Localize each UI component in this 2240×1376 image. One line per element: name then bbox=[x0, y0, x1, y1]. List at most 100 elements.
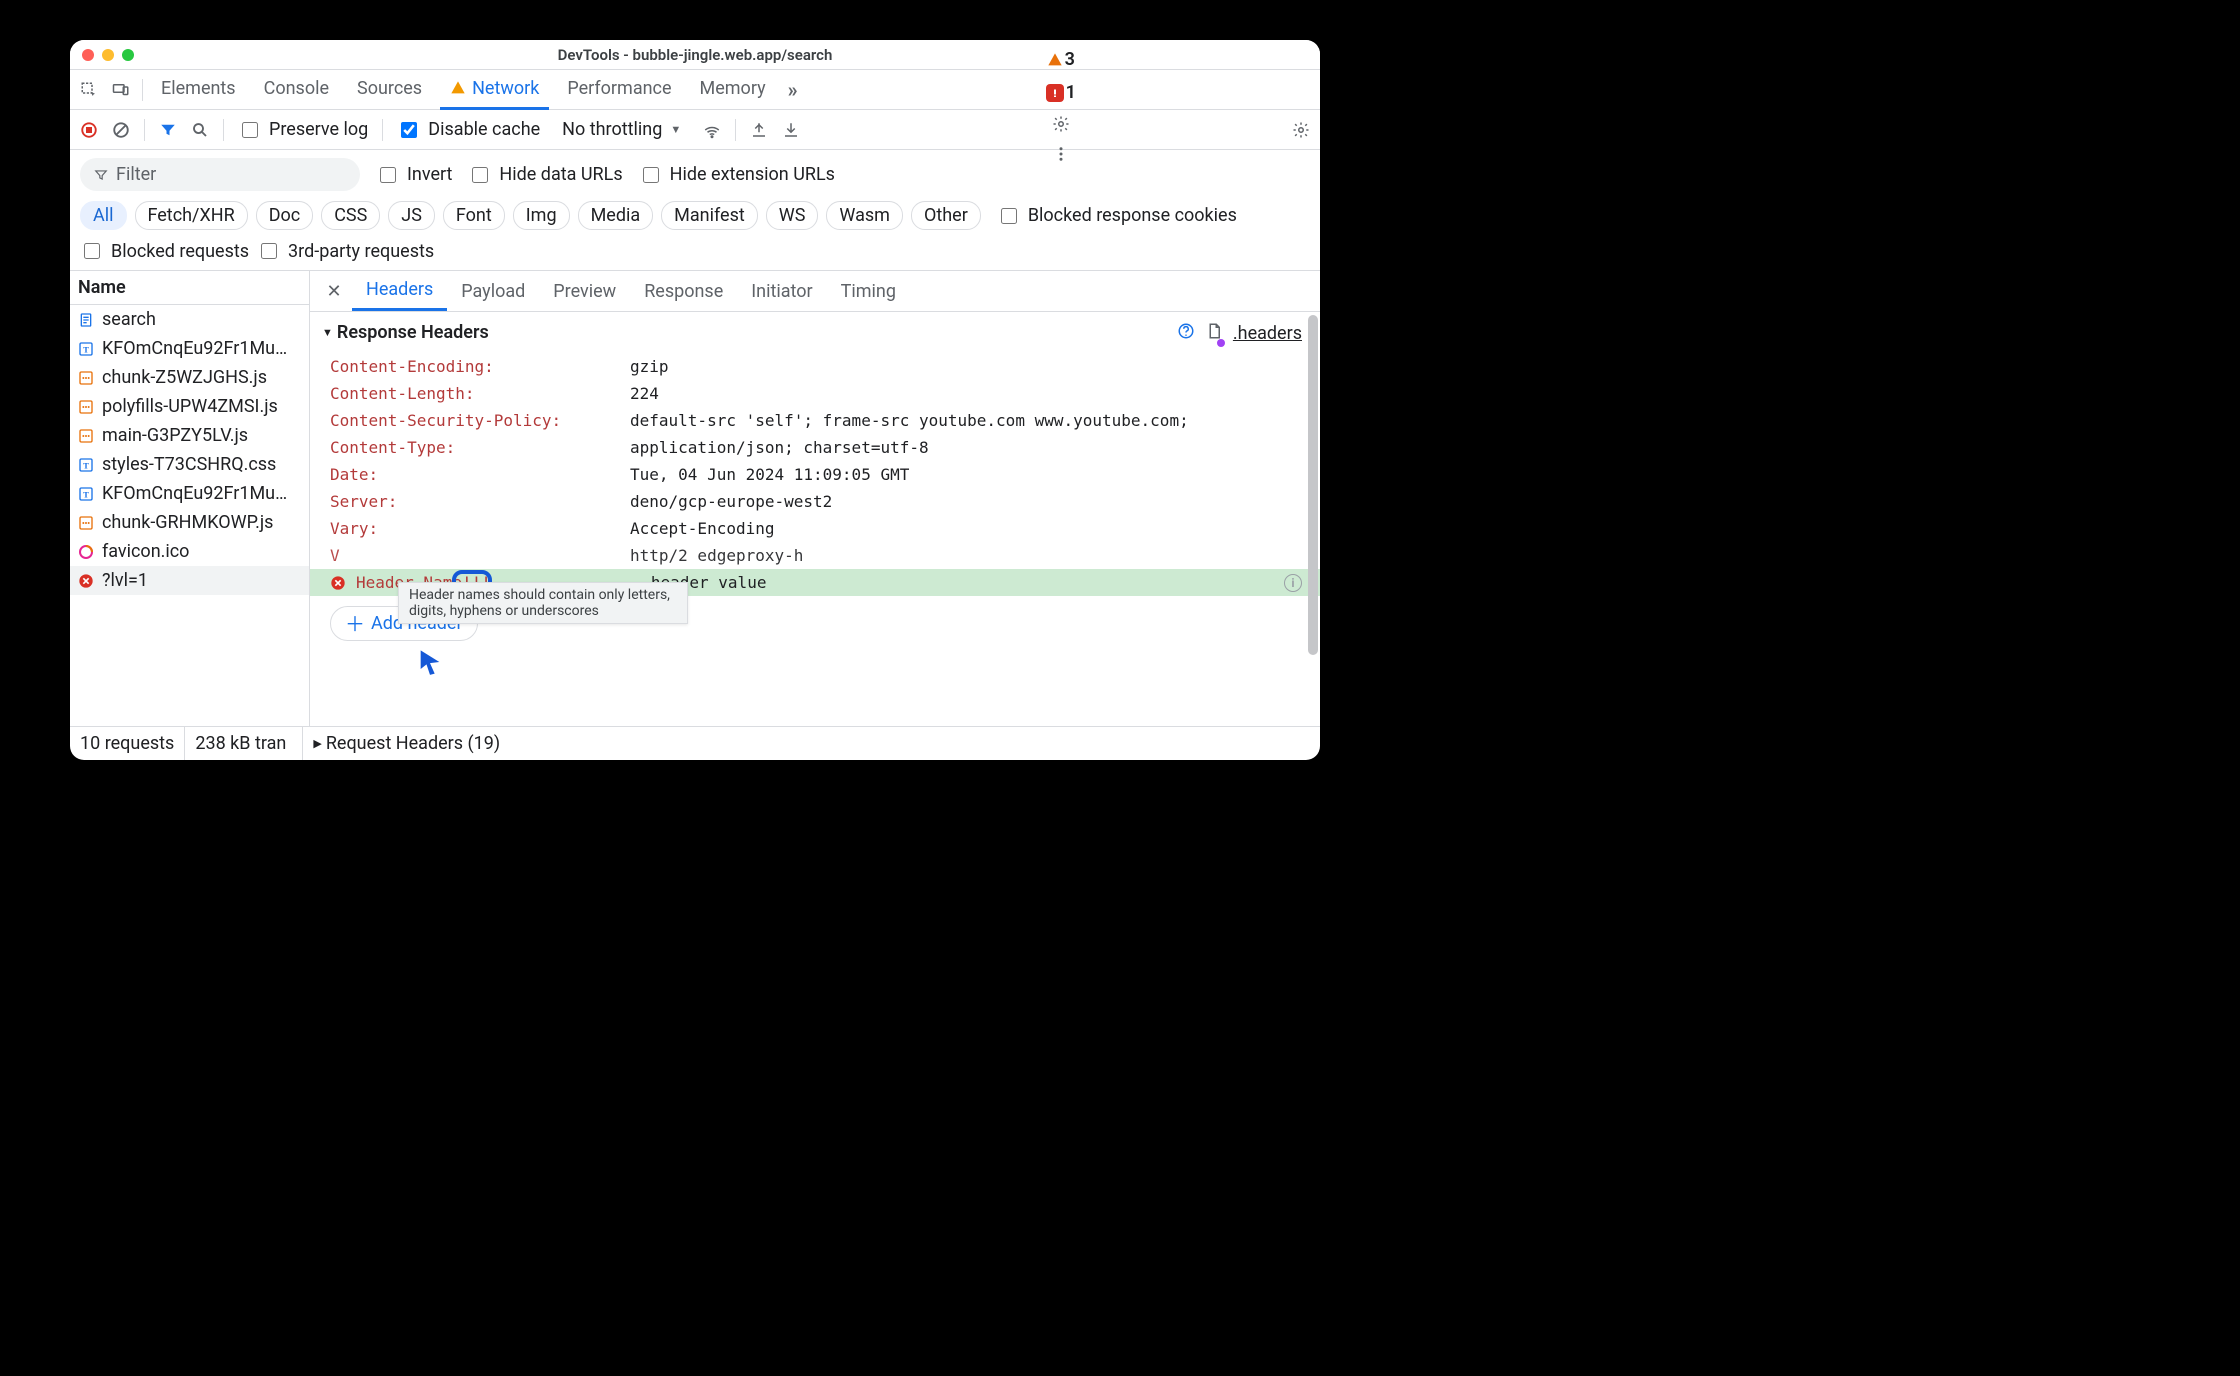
cursor-pointer-icon bbox=[416, 648, 444, 681]
inspect-element-icon[interactable] bbox=[80, 81, 98, 99]
header-value: http/2 edgeproxy-h bbox=[630, 546, 1308, 565]
subtab-response[interactable]: Response bbox=[630, 273, 737, 310]
blocked-response-cookies-checkbox[interactable]: Blocked response cookies bbox=[997, 205, 1237, 227]
subtab-timing[interactable]: Timing bbox=[827, 273, 910, 310]
warning-count[interactable]: 3 bbox=[1047, 49, 1075, 70]
third-party-checkbox[interactable]: 3rd-party requests bbox=[257, 240, 434, 262]
request-detail: ✕ Headers Payload Preview Response Initi… bbox=[310, 271, 1320, 726]
header-value: Accept-Encoding bbox=[630, 519, 1308, 538]
svg-text:T: T bbox=[83, 460, 89, 470]
response-header: Content-Type:application/json; charset=u… bbox=[322, 434, 1308, 461]
headers-override-link[interactable]: .headers bbox=[1233, 323, 1302, 344]
tab-performance[interactable]: Performance bbox=[557, 70, 681, 110]
request-row[interactable]: Tstyles-T73CSHRQ.css bbox=[70, 450, 309, 479]
close-detail-icon[interactable]: ✕ bbox=[316, 281, 352, 302]
chip-js[interactable]: JS bbox=[388, 201, 435, 230]
main-content: Name searchTKFOmCnqEu92Fr1Mu…chunk-Z5WZJ… bbox=[70, 271, 1320, 726]
header-key: V bbox=[330, 546, 350, 565]
record-icon[interactable] bbox=[80, 121, 98, 139]
search-icon[interactable] bbox=[191, 121, 209, 139]
warning-icon bbox=[1047, 52, 1063, 68]
request-headers-section[interactable]: ▶Request Headers (19) bbox=[303, 727, 1320, 760]
network-conditions-icon[interactable] bbox=[703, 121, 721, 139]
export-har-icon[interactable] bbox=[750, 121, 768, 139]
chip-fetch-xhr[interactable]: Fetch/XHR bbox=[135, 201, 248, 230]
chip-all[interactable]: All bbox=[80, 201, 127, 230]
funnel-icon bbox=[94, 168, 108, 182]
header-value: deno/gcp-europe-west2 bbox=[630, 492, 1308, 511]
request-row[interactable]: TKFOmCnqEu92Fr1Mu… bbox=[70, 334, 309, 363]
chip-manifest[interactable]: Manifest bbox=[661, 201, 758, 230]
hide-data-urls-checkbox[interactable]: Hide data URLs bbox=[468, 164, 622, 186]
tab-elements[interactable]: Elements bbox=[151, 70, 246, 110]
header-key: Vary: bbox=[330, 519, 630, 538]
disable-cache-checkbox[interactable]: Disable cache bbox=[397, 119, 540, 141]
request-row[interactable]: polyfills-UPW4ZMSI.js bbox=[70, 392, 309, 421]
request-name: main-G3PZY5LV.js bbox=[102, 425, 248, 446]
override-file-icon[interactable] bbox=[1205, 322, 1223, 345]
tab-memory[interactable]: Memory bbox=[690, 70, 776, 110]
response-header: Content-Encoding:gzip bbox=[322, 353, 1308, 380]
more-tabs-icon[interactable]: » bbox=[784, 81, 802, 99]
request-row[interactable]: ?lvl=1 bbox=[70, 566, 309, 595]
headers-pane: ▼Response Headers .headers Content-Encod… bbox=[310, 312, 1320, 726]
tab-sources[interactable]: Sources bbox=[347, 70, 432, 110]
header-key: Date: bbox=[330, 465, 630, 484]
devtools-window: DevTools - bubble-jingle.web.app/search … bbox=[70, 40, 1320, 760]
invert-checkbox[interactable]: Invert bbox=[376, 164, 452, 186]
response-headers-section[interactable]: ▼Response Headers bbox=[322, 322, 1308, 343]
chip-ws[interactable]: WS bbox=[766, 201, 819, 230]
row-info-icon[interactable]: i bbox=[1284, 574, 1302, 592]
main-tabs: Elements Console Sources Network Perform… bbox=[70, 70, 1320, 110]
subtab-headers[interactable]: Headers bbox=[352, 271, 447, 311]
clear-icon[interactable] bbox=[112, 121, 130, 139]
request-row[interactable]: search bbox=[70, 305, 309, 334]
preserve-log-checkbox[interactable]: Preserve log bbox=[238, 119, 368, 141]
chip-other[interactable]: Other bbox=[911, 201, 981, 230]
tab-network[interactable]: Network bbox=[440, 70, 549, 110]
plus-icon: ＋ bbox=[345, 614, 365, 634]
filter-input[interactable]: Filter bbox=[80, 158, 360, 191]
remove-header-icon[interactable] bbox=[330, 575, 346, 591]
subtab-preview[interactable]: Preview bbox=[539, 273, 630, 310]
chip-img[interactable]: Img bbox=[513, 201, 570, 230]
request-row[interactable]: chunk-GRHMKOWP.js bbox=[70, 508, 309, 537]
chip-css[interactable]: CSS bbox=[321, 201, 380, 230]
column-name[interactable]: Name bbox=[70, 271, 309, 305]
chip-font[interactable]: Font bbox=[443, 201, 505, 230]
chip-doc[interactable]: Doc bbox=[256, 201, 314, 230]
more-menu-icon[interactable] bbox=[1052, 145, 1070, 163]
subtab-initiator[interactable]: Initiator bbox=[737, 273, 826, 310]
validation-tooltip: Header names should contain only letters… bbox=[398, 582, 688, 624]
filter-icon[interactable] bbox=[159, 121, 177, 139]
request-row[interactable]: favicon.ico bbox=[70, 537, 309, 566]
settings-icon[interactable] bbox=[1052, 115, 1070, 133]
response-header: Vary:Accept-Encoding bbox=[322, 515, 1308, 542]
subtab-payload[interactable]: Payload bbox=[447, 273, 539, 310]
status-bar: 10 requests 238 kB tran ▶Request Headers… bbox=[70, 726, 1320, 760]
response-header: Server:deno/gcp-europe-west2 bbox=[322, 488, 1308, 515]
header-key: Content-Encoding: bbox=[330, 357, 630, 376]
font-request-icon: T bbox=[78, 486, 94, 502]
font-request-icon: T bbox=[78, 457, 94, 473]
import-har-icon[interactable] bbox=[782, 121, 800, 139]
hide-extension-urls-checkbox[interactable]: Hide extension URLs bbox=[639, 164, 835, 186]
chip-media[interactable]: Media bbox=[578, 201, 654, 230]
blocked-requests-checkbox[interactable]: Blocked requests bbox=[80, 240, 249, 262]
request-row[interactable]: TKFOmCnqEu92Fr1Mu… bbox=[70, 479, 309, 508]
chip-wasm[interactable]: Wasm bbox=[826, 201, 903, 230]
response-header: Content-Length:224 bbox=[322, 380, 1308, 407]
help-icon[interactable] bbox=[1177, 322, 1195, 345]
device-toolbar-icon[interactable] bbox=[112, 81, 130, 99]
issues-icon bbox=[1046, 84, 1064, 102]
request-name: polyfills-UPW4ZMSI.js bbox=[102, 396, 278, 417]
throttling-select[interactable]: No throttling ▼ bbox=[554, 117, 689, 142]
header-value: application/json; charset=utf-8 bbox=[630, 438, 1308, 457]
request-row[interactable]: main-G3PZY5LV.js bbox=[70, 421, 309, 450]
request-row[interactable]: chunk-Z5WZJGHS.js bbox=[70, 363, 309, 392]
scrollbar-thumb[interactable] bbox=[1308, 315, 1318, 655]
issues-count[interactable]: 1 bbox=[1046, 82, 1076, 103]
header-key: Content-Type: bbox=[330, 438, 630, 457]
tab-console[interactable]: Console bbox=[254, 70, 339, 110]
font-request-icon: T bbox=[78, 341, 94, 357]
